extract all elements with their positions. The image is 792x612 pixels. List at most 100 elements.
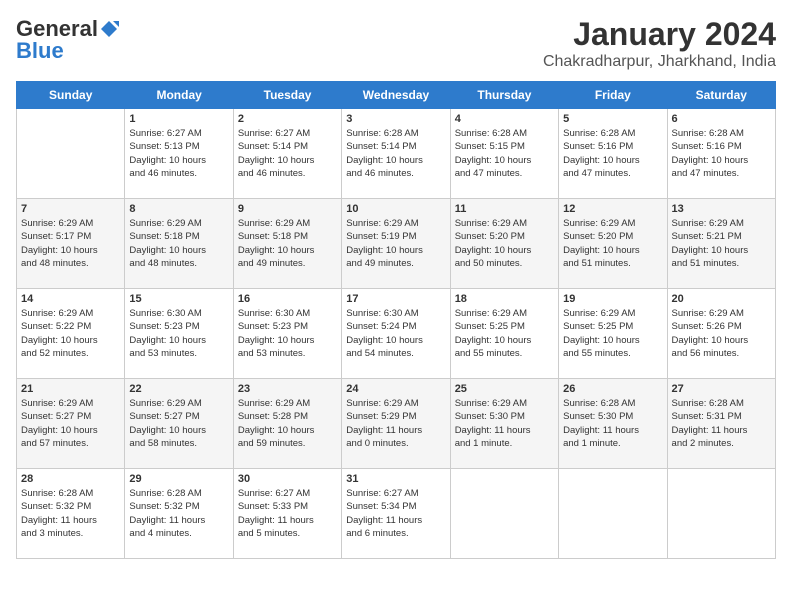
day-detail: Sunrise: 6:29 AM Sunset: 5:19 PM Dayligh… — [346, 218, 423, 269]
day-detail: Sunrise: 6:28 AM Sunset: 5:30 PM Dayligh… — [563, 398, 639, 449]
day-cell: 21 Sunrise: 6:29 AM Sunset: 5:27 PM Dayli… — [17, 379, 125, 469]
month-title: January 2024 — [543, 16, 776, 53]
day-number: 25 — [455, 383, 554, 395]
day-cell: 1Sunrise: 6:27 AM Sunset: 5:13 PM Daylig… — [125, 109, 233, 199]
day-detail: Sunrise: 6:30 AM Sunset: 5:23 PM Dayligh… — [238, 308, 315, 359]
day-detail: Sunrise: 6:28 AM Sunset: 5:32 PM Dayligh… — [129, 488, 205, 539]
day-cell: 9Sunrise: 6:29 AM Sunset: 5:18 PM Daylig… — [233, 199, 341, 289]
day-cell: 15Sunrise: 6:30 AM Sunset: 5:23 PM Dayli… — [125, 289, 233, 379]
day-number: 21 — [21, 383, 120, 395]
day-detail: Sunrise: 6:29 AM Sunset: 5:28 PM Dayligh… — [238, 398, 315, 449]
day-detail: Sunrise: 6:29 AM Sunset: 5:18 PM Dayligh… — [129, 218, 206, 269]
day-cell: 3 Sunrise: 6:28 AM Sunset: 5:14 PM Daylig… — [342, 109, 450, 199]
header: General Blue January 2024 Chakradharpur,… — [16, 16, 776, 71]
day-cell — [450, 469, 558, 559]
day-detail: Sunrise: 6:27 AM Sunset: 5:33 PM Dayligh… — [238, 488, 314, 539]
day-cell: 13 Sunrise: 6:29 AM Sunset: 5:21 PM Dayli… — [667, 199, 775, 289]
day-number: 11 — [455, 203, 554, 215]
day-number: 8 — [129, 203, 228, 215]
calendar-header-sunday: Sunday — [17, 82, 125, 109]
calendar-header-monday: Monday — [125, 82, 233, 109]
day-detail: Sunrise: 6:29 AM Sunset: 5:20 PM Dayligh… — [455, 218, 532, 269]
day-detail: Sunrise: 6:29 AM Sunset: 5:26 PM Dayligh… — [672, 308, 749, 359]
day-cell: 17 Sunrise: 6:30 AM Sunset: 5:24 PM Dayli… — [342, 289, 450, 379]
day-number: 3 — [346, 113, 445, 125]
day-number: 20 — [672, 293, 771, 305]
day-detail: Sunrise: 6:29 AM Sunset: 5:17 PM Dayligh… — [21, 218, 98, 269]
day-number: 15 — [129, 293, 228, 305]
day-cell: 28 Sunrise: 6:28 AM Sunset: 5:32 PM Dayli… — [17, 469, 125, 559]
day-detail: Sunrise: 6:28 AM Sunset: 5:32 PM Dayligh… — [21, 488, 97, 539]
day-detail: Sunrise: 6:27 AM Sunset: 5:13 PM Dayligh… — [129, 128, 206, 179]
day-cell — [667, 469, 775, 559]
day-cell: 25 Sunrise: 6:29 AM Sunset: 5:30 PM Dayli… — [450, 379, 558, 469]
day-detail: Sunrise: 6:27 AM Sunset: 5:34 PM Dayligh… — [346, 488, 422, 539]
location-title: Chakradharpur, Jharkhand, India — [543, 53, 776, 71]
week-row-4: 21 Sunrise: 6:29 AM Sunset: 5:27 PM Dayli… — [17, 379, 776, 469]
day-cell: 4Sunrise: 6:28 AM Sunset: 5:15 PM Daylig… — [450, 109, 558, 199]
day-number: 18 — [455, 293, 554, 305]
calendar-header-thursday: Thursday — [450, 82, 558, 109]
day-cell: 31Sunrise: 6:27 AM Sunset: 5:34 PM Dayli… — [342, 469, 450, 559]
day-detail: Sunrise: 6:29 AM Sunset: 5:29 PM Dayligh… — [346, 398, 422, 449]
day-number: 16 — [238, 293, 337, 305]
day-number: 7 — [21, 203, 120, 215]
day-number: 23 — [238, 383, 337, 395]
day-number: 30 — [238, 473, 337, 485]
calendar-header-wednesday: Wednesday — [342, 82, 450, 109]
day-detail: Sunrise: 6:29 AM Sunset: 5:27 PM Dayligh… — [129, 398, 206, 449]
day-number: 29 — [129, 473, 228, 485]
day-number: 12 — [563, 203, 662, 215]
calendar-table: SundayMondayTuesdayWednesdayThursdayFrid… — [16, 81, 776, 559]
day-number: 17 — [346, 293, 445, 305]
day-detail: Sunrise: 6:29 AM Sunset: 5:25 PM Dayligh… — [455, 308, 532, 359]
logo: General Blue — [16, 16, 120, 64]
day-number: 26 — [563, 383, 662, 395]
day-cell: 20 Sunrise: 6:29 AM Sunset: 5:26 PM Dayli… — [667, 289, 775, 379]
day-number: 6 — [672, 113, 771, 125]
calendar-header-tuesday: Tuesday — [233, 82, 341, 109]
day-number: 28 — [21, 473, 120, 485]
day-number: 14 — [21, 293, 120, 305]
day-number: 24 — [346, 383, 445, 395]
day-cell: 29 Sunrise: 6:28 AM Sunset: 5:32 PM Dayli… — [125, 469, 233, 559]
week-row-5: 28 Sunrise: 6:28 AM Sunset: 5:32 PM Dayli… — [17, 469, 776, 559]
day-detail: Sunrise: 6:29 AM Sunset: 5:27 PM Dayligh… — [21, 398, 98, 449]
calendar-header-friday: Friday — [559, 82, 667, 109]
day-cell — [559, 469, 667, 559]
calendar-body: 1Sunrise: 6:27 AM Sunset: 5:13 PM Daylig… — [17, 109, 776, 559]
day-cell: 22 Sunrise: 6:29 AM Sunset: 5:27 PM Dayli… — [125, 379, 233, 469]
day-number: 22 — [129, 383, 228, 395]
day-cell: 12 Sunrise: 6:29 AM Sunset: 5:20 PM Dayli… — [559, 199, 667, 289]
day-cell: 30 Sunrise: 6:27 AM Sunset: 5:33 PM Dayli… — [233, 469, 341, 559]
day-cell: 14 Sunrise: 6:29 AM Sunset: 5:22 PM Dayli… — [17, 289, 125, 379]
day-number: 27 — [672, 383, 771, 395]
title-area: January 2024 Chakradharpur, Jharkhand, I… — [543, 16, 776, 71]
day-detail: Sunrise: 6:29 AM Sunset: 5:18 PM Dayligh… — [238, 218, 315, 269]
day-cell: 10Sunrise: 6:29 AM Sunset: 5:19 PM Dayli… — [342, 199, 450, 289]
week-row-3: 14 Sunrise: 6:29 AM Sunset: 5:22 PM Dayli… — [17, 289, 776, 379]
week-row-2: 7 Sunrise: 6:29 AM Sunset: 5:17 PM Daylig… — [17, 199, 776, 289]
day-cell: 6Sunrise: 6:28 AM Sunset: 5:16 PM Daylig… — [667, 109, 775, 199]
day-detail: Sunrise: 6:28 AM Sunset: 5:15 PM Dayligh… — [455, 128, 532, 179]
day-cell: 18 Sunrise: 6:29 AM Sunset: 5:25 PM Dayli… — [450, 289, 558, 379]
calendar-header-saturday: Saturday — [667, 82, 775, 109]
day-cell: 5Sunrise: 6:28 AM Sunset: 5:16 PM Daylig… — [559, 109, 667, 199]
day-number: 13 — [672, 203, 771, 215]
day-number: 5 — [563, 113, 662, 125]
day-cell: 8 Sunrise: 6:29 AM Sunset: 5:18 PM Daylig… — [125, 199, 233, 289]
logo-icon — [99, 19, 119, 39]
day-detail: Sunrise: 6:29 AM Sunset: 5:30 PM Dayligh… — [455, 398, 531, 449]
day-cell: 19Sunrise: 6:29 AM Sunset: 5:25 PM Dayli… — [559, 289, 667, 379]
day-cell: 24 Sunrise: 6:29 AM Sunset: 5:29 PM Dayli… — [342, 379, 450, 469]
day-cell: 16 Sunrise: 6:30 AM Sunset: 5:23 PM Dayli… — [233, 289, 341, 379]
day-cell: 7 Sunrise: 6:29 AM Sunset: 5:17 PM Daylig… — [17, 199, 125, 289]
day-cell: 23 Sunrise: 6:29 AM Sunset: 5:28 PM Dayli… — [233, 379, 341, 469]
day-detail: Sunrise: 6:30 AM Sunset: 5:24 PM Dayligh… — [346, 308, 423, 359]
day-detail: Sunrise: 6:29 AM Sunset: 5:22 PM Dayligh… — [21, 308, 98, 359]
day-detail: Sunrise: 6:28 AM Sunset: 5:14 PM Dayligh… — [346, 128, 423, 179]
week-row-1: 1Sunrise: 6:27 AM Sunset: 5:13 PM Daylig… — [17, 109, 776, 199]
day-detail: Sunrise: 6:29 AM Sunset: 5:20 PM Dayligh… — [563, 218, 640, 269]
day-detail: Sunrise: 6:28 AM Sunset: 5:31 PM Dayligh… — [672, 398, 748, 449]
day-detail: Sunrise: 6:29 AM Sunset: 5:21 PM Dayligh… — [672, 218, 749, 269]
